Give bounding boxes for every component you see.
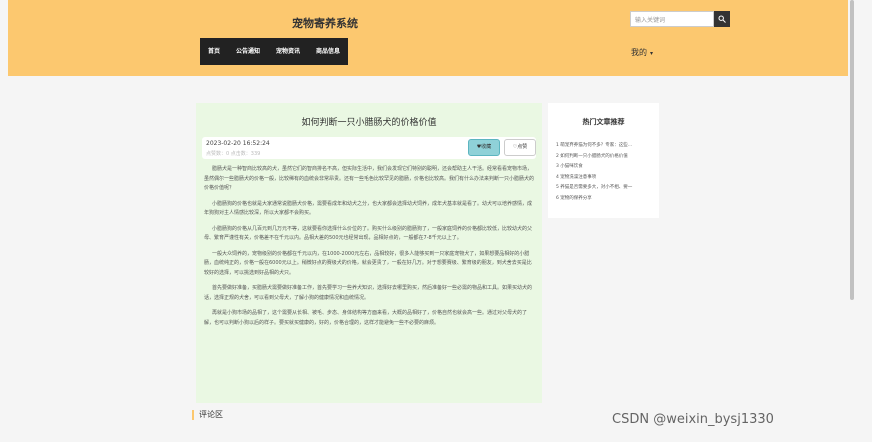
watermark: CSDN @weixin_bysj1330: [612, 412, 774, 427]
article-paragraph: 小腊肠狗的价格也就是大家通常说腊肠犬价格，需要看成年和幼犬之分，也大家都会选择幼…: [204, 200, 533, 217]
page-scrollbar[interactable]: [850, 0, 854, 300]
hot-article-link[interactable]: 4 宠物洗澡注意事项: [556, 173, 656, 184]
search-input[interactable]: 输入关键词: [630, 11, 714, 27]
hot-article-link[interactable]: 1 萌宠弃养猫为何不多？专家：这些...: [556, 141, 656, 152]
hot-articles-list: 1 萌宠弃养猫为何不多？专家：这些... 2 如何判断一只小腊肠犬的价格价值 3…: [556, 141, 656, 204]
favorite-label: 收藏: [481, 144, 492, 150]
nav-notices[interactable]: 公告通知: [228, 38, 268, 65]
hot-articles-title: 热门文章推荐: [582, 118, 625, 126]
article-meta: 2023-02-20 16:52:24 点赞数：0 点击数：339 ♥收藏 ♡点…: [202, 137, 536, 159]
nav-home[interactable]: 首页: [200, 38, 228, 65]
article-paragraph: 首先要做好准备，买腊肠犬需要做好准备工作，首先要学习一些养犬知识，选择好去哪里购…: [204, 285, 533, 301]
main-nav: 首页 公告通知 宠物资讯 商品信息: [200, 38, 349, 65]
like-label: 点赞: [517, 144, 528, 150]
like-button[interactable]: ♡点赞: [504, 139, 536, 156]
favorite-button[interactable]: ♥收藏: [468, 139, 500, 156]
hot-article-link[interactable]: 6 宠物的保养分享: [556, 194, 656, 205]
site-title[interactable]: 宠物寄养系统: [292, 15, 358, 31]
nav-pet-news[interactable]: 宠物资讯: [268, 38, 308, 65]
article-stats: 点赞数：0 点击数：339: [206, 151, 261, 157]
search-icon: [718, 15, 726, 23]
article-title: 如何判断一只小腊肠犬的价格价值: [301, 118, 437, 128]
hot-article-link[interactable]: 5 养猫是否需要多大，对小不相、要一: [556, 183, 656, 194]
article-paragraph: 一般大众饲养的，宠物级别的价格都在千元以内，在1000-2000元左右，品相较好…: [204, 250, 532, 276]
my-menu-label: 我的: [631, 48, 647, 57]
hot-article-link[interactable]: 3 小猫咪饮食: [556, 162, 656, 173]
hot-articles-card: 热门文章推荐 1 萌宠弃养猫为何不多？专家：这些... 2 如何判断一只小腊肠犬…: [548, 103, 659, 218]
hot-article-link[interactable]: 2 如何判断一只小腊肠犬的价格价值: [556, 152, 656, 163]
caret-down-icon: ▾: [650, 50, 654, 57]
article-paragraph: 腊肠犬是一种智商比较高的犬，虽然它们的智商排名不高，但实际生活中，我们会发现它们…: [204, 166, 535, 191]
search-button[interactable]: [714, 11, 730, 27]
article-card: 如何判断一只小腊肠犬的价格价值 2023-02-20 16:52:24 点赞数：…: [196, 103, 542, 403]
comment-section-title: 评论区: [192, 410, 223, 420]
article-date: 2023-02-20 16:52:24: [206, 140, 270, 147]
article-paragraph: 小腊肠狗的价格从几百元到几万元不等，这就要看你选择什么价位的了。购买什么级别的腊…: [204, 225, 533, 242]
my-menu-dropdown[interactable]: 我的 ▾: [631, 47, 653, 58]
header: 宠物寄养系统 输入关键词 首页 公告通知 宠物资讯 商品信息 我的 ▾: [8, 0, 848, 76]
article-paragraph: 再就是小狗市场的品相了，这个需要从长相、被毛、步态、身体结构等方面来看，大概的品…: [204, 310, 528, 326]
article-body: 腊肠犬是一种智商比较高的犬，虽然它们的智商排名不高，但实际生活中，我们会发现它们…: [204, 165, 534, 334]
nav-products[interactable]: 商品信息: [308, 38, 348, 65]
